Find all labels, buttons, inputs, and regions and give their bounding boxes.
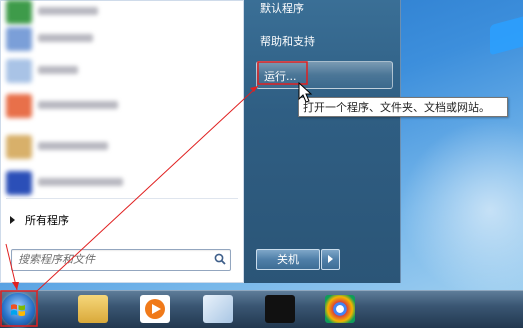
run-label: 运行...	[264, 70, 297, 83]
blurred-program-icon	[6, 135, 32, 159]
windows-logo-icon	[11, 304, 25, 317]
blurred-program-label	[38, 142, 108, 150]
play-icon	[145, 299, 165, 319]
start-menu-right-pane: 默认程序 帮助和支持 运行... 关机	[244, 0, 401, 283]
blurred-program-icon	[6, 171, 32, 195]
run-tooltip: 打开一个程序、文件夹、文档或网站。	[298, 97, 508, 117]
all-programs-item[interactable]: 所有程序	[6, 209, 238, 231]
triangle-right-icon	[10, 216, 15, 224]
blurred-program-label	[38, 66, 78, 74]
run-menu-item[interactable]: 运行...	[256, 61, 393, 89]
all-programs-label: 所有程序	[25, 214, 69, 227]
notepad-icon[interactable]	[203, 295, 233, 323]
blurred-program-label	[38, 178, 123, 186]
blurred-program-icon	[6, 59, 32, 83]
blurred-program-label	[38, 34, 93, 42]
help-support-link[interactable]: 帮助和支持	[260, 33, 315, 49]
chrome-icon[interactable]	[325, 295, 355, 323]
program-item[interactable]	[0, 0, 240, 27]
start-menu-program-list: 所有程序	[0, 0, 245, 283]
blurred-program-label	[38, 7, 98, 15]
program-item[interactable]	[0, 56, 240, 86]
search-box[interactable]	[11, 249, 231, 271]
media-player-icon[interactable]	[140, 295, 170, 323]
blurred-program-icon	[6, 0, 32, 24]
blurred-program-label	[38, 101, 118, 109]
program-item[interactable]	[0, 24, 240, 54]
desktop-logo	[490, 14, 523, 56]
start-button[interactable]	[1, 293, 35, 327]
desktop-glow	[400, 120, 523, 290]
black-window-icon[interactable]	[265, 295, 295, 323]
blurred-program-icon	[6, 27, 32, 51]
program-item[interactable]	[0, 132, 240, 162]
program-item[interactable]	[0, 168, 240, 198]
search-icon[interactable]	[214, 253, 226, 265]
shutdown-button[interactable]: 关机	[256, 249, 320, 270]
default-programs-link[interactable]: 默认程序	[260, 0, 304, 16]
separator	[6, 198, 238, 199]
shutdown-options-button[interactable]	[321, 249, 340, 270]
blurred-program-icon	[6, 94, 32, 118]
mouse-cursor-icon	[298, 82, 313, 103]
program-item[interactable]	[0, 91, 240, 121]
taskbar	[0, 290, 523, 328]
file-explorer-icon[interactable]	[78, 295, 108, 323]
search-input[interactable]	[18, 251, 208, 268]
